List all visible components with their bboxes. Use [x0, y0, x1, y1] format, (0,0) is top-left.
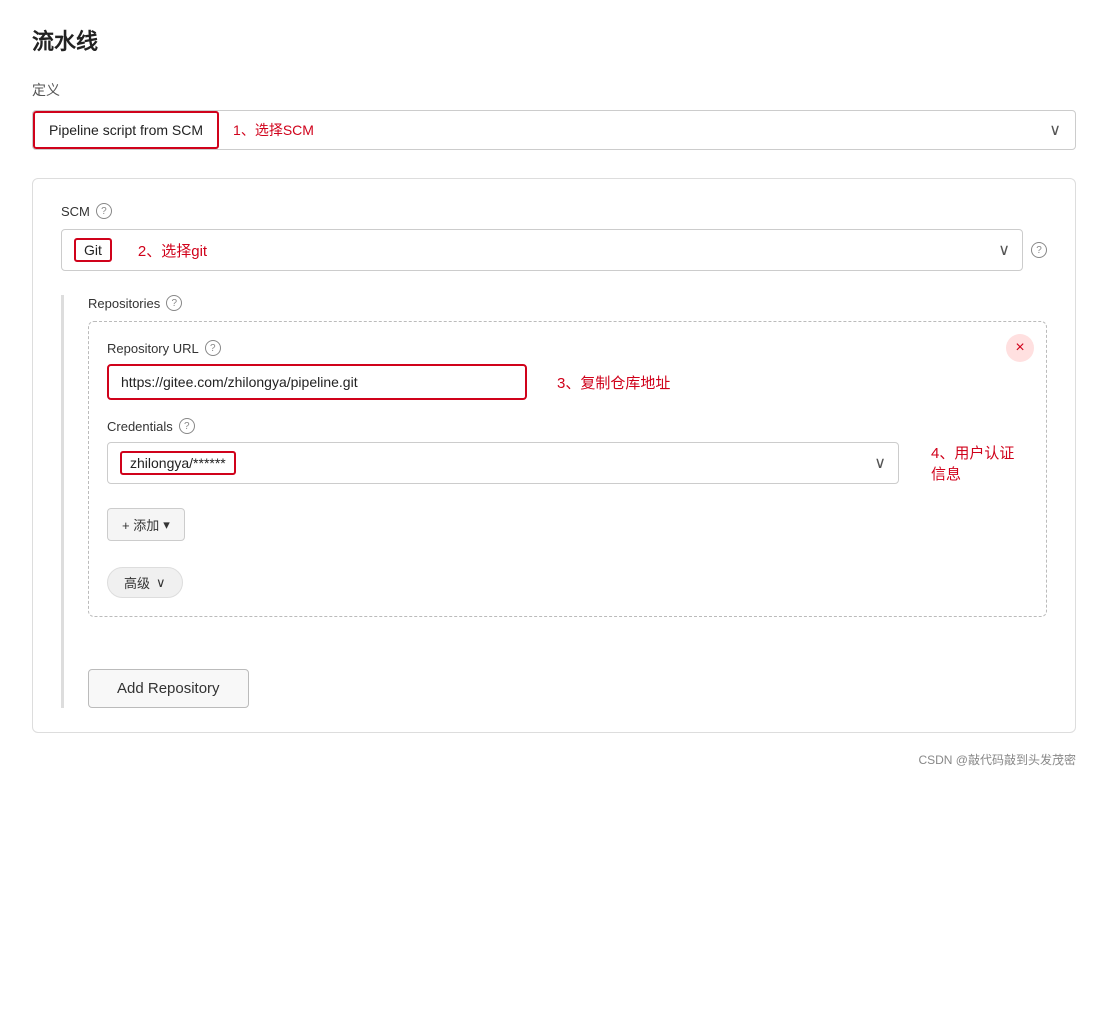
footer-note: CSDN @敲代码敲到头发茂密	[32, 751, 1076, 768]
scm-help-icon[interactable]: ?	[96, 203, 112, 219]
repo-url-input[interactable]	[107, 364, 527, 400]
definition-dropdown-container[interactable]: Pipeline script from SCM 1、选择SCM ∨	[32, 110, 1076, 150]
add-repository-section: Add Repository	[88, 641, 1047, 708]
repo-url-label-row: Repository URL ?	[107, 340, 1028, 356]
scm-label-text: SCM	[61, 204, 90, 219]
credentials-section: Credentials ? zhilongya/****** ∨ 4、用户认证信…	[107, 418, 1028, 484]
definition-dropdown-annotation: 1、选择SCM ∨	[219, 111, 1075, 149]
credentials-label: Credentials	[107, 419, 173, 434]
advanced-label: 高级	[124, 573, 150, 592]
repositories-label-row: Repositories ?	[88, 295, 1047, 311]
credentials-help-icon[interactable]: ?	[179, 418, 195, 434]
scm-dropdown-row: Git 2、选择git ∨ ?	[61, 229, 1047, 271]
credentials-value: zhilongya/******	[120, 451, 236, 475]
repositories-label-text: Repositories	[88, 296, 160, 311]
scm-section: SCM ? Git 2、选择git ∨ ? Repositories ? ×	[32, 178, 1076, 733]
close-icon: ×	[1015, 339, 1024, 357]
scm-dropdown[interactable]: Git 2、选择git ∨	[61, 229, 1023, 271]
scm-dropdown-inner: Git 2、选择git	[74, 238, 207, 262]
scm-field-label: SCM ?	[61, 203, 1047, 219]
scm-chevron-icon: ∨	[998, 240, 1010, 260]
remove-repository-button[interactable]: ×	[1006, 334, 1034, 362]
page-title: 流水线	[32, 24, 1076, 56]
repo-url-help-icon[interactable]: ?	[205, 340, 221, 356]
credentials-dropdown[interactable]: zhilongya/****** ∨	[107, 442, 899, 484]
add-repository-button-label: Add Repository	[117, 680, 220, 697]
scm-annotation-text: 2、选择git	[138, 240, 207, 261]
advanced-button[interactable]: 高级 ∨	[107, 567, 183, 598]
scm-dropdown-value: Git	[74, 238, 112, 262]
definition-dropdown-value: Pipeline script from SCM	[33, 111, 219, 149]
advanced-chevron-icon: ∨	[156, 575, 166, 591]
add-repository-button[interactable]: Add Repository	[88, 669, 249, 708]
definition-chevron-icon: ∨	[1049, 120, 1061, 140]
add-button-label: + 添加	[122, 515, 159, 534]
repository-box: × Repository URL ? 3、复制仓库地址 Credentials …	[88, 321, 1047, 617]
repositories-section: Repositories ? × Repository URL ? 3、复制仓库…	[61, 295, 1047, 708]
credentials-label-row: Credentials ?	[107, 418, 1028, 434]
definition-label: 定义	[32, 80, 1076, 100]
credentials-chevron-icon: ∨	[874, 453, 886, 473]
repo-url-label: Repository URL	[107, 341, 199, 356]
add-credentials-button[interactable]: + 添加 ▾	[107, 508, 185, 541]
credentials-input-row: zhilongya/****** ∨ 4、用户认证信息	[107, 442, 1028, 484]
scm-help2-icon[interactable]: ?	[1031, 242, 1047, 258]
advanced-row: 高级 ∨	[107, 567, 1028, 598]
repositories-help-icon[interactable]: ?	[166, 295, 182, 311]
repo-url-section: Repository URL ? 3、复制仓库地址	[107, 340, 1028, 400]
repo-url-annotation: 3、复制仓库地址	[557, 372, 670, 393]
add-button-sub: ▾	[163, 517, 170, 533]
definition-annotation-text: 1、选择SCM	[233, 120, 314, 140]
credentials-dropdown-inner: zhilongya/******	[120, 451, 236, 475]
credentials-annotation: 4、用户认证信息	[931, 442, 1028, 484]
repo-url-input-row: 3、复制仓库地址	[107, 364, 1028, 400]
